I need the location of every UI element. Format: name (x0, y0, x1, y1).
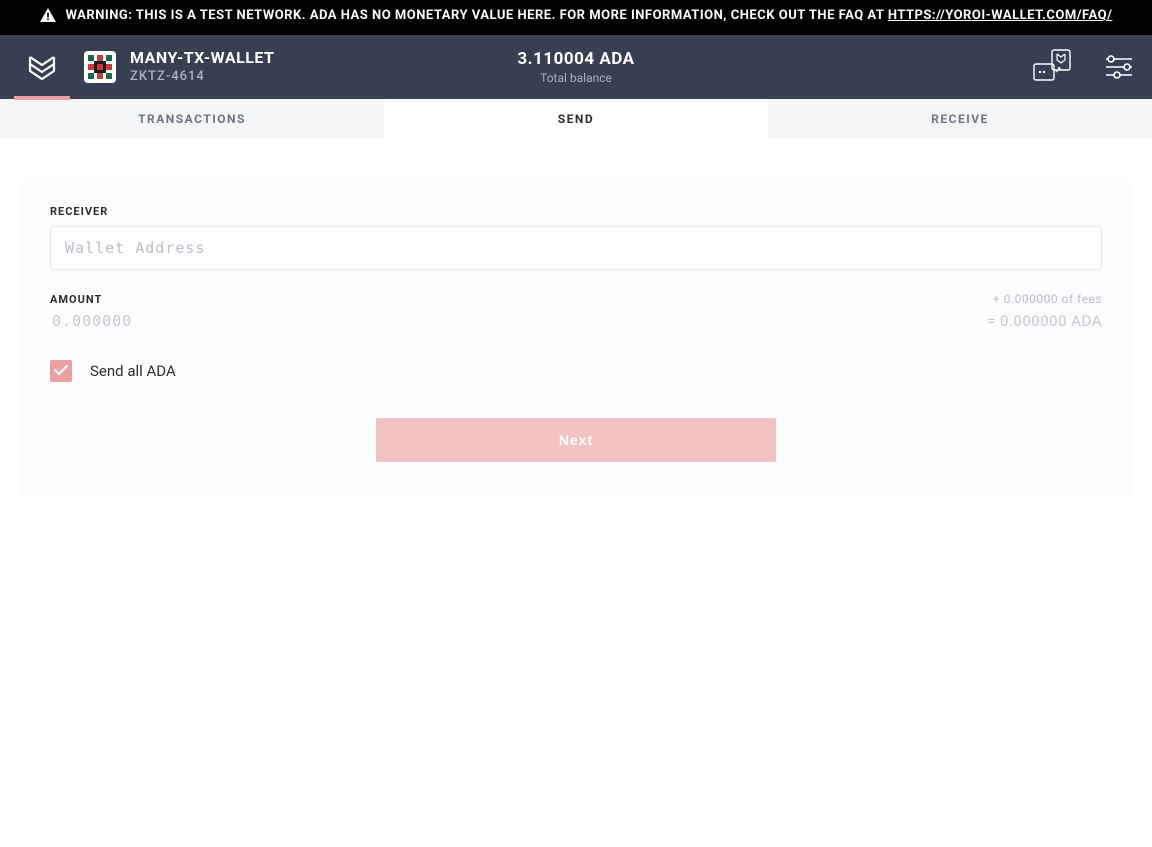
warning-faq-link[interactable]: HTTPS://YOROI-WALLET.COM/FAQ/ (888, 8, 1113, 23)
amount-input-disabled: 0.000000 (50, 312, 132, 330)
next-button[interactable]: Next (376, 418, 776, 462)
fees-text: + 0.000000 of fees (993, 292, 1102, 306)
paper-wallet-button[interactable] (1030, 48, 1074, 86)
tab-receive[interactable]: RECEIVE (768, 99, 1152, 139)
warning-prefix: WARNING: THIS IS A TEST NETWORK. ADA HAS… (66, 8, 888, 23)
tab-send[interactable]: SEND (384, 99, 768, 139)
tab-transactions[interactable]: TRANSACTIONS (0, 99, 384, 139)
warning-icon (40, 8, 56, 29)
balance-amount: 3.110004 ADA (517, 49, 634, 69)
send-all-checkbox[interactable] (50, 360, 72, 382)
balance-label: Total balance (517, 71, 634, 85)
settings-button[interactable] (1104, 54, 1134, 80)
wallet-tabs: TRANSACTIONS SEND RECEIVE (0, 99, 1152, 139)
testnet-warning-banner: WARNING: THIS IS A TEST NETWORK. ADA HAS… (0, 0, 1152, 35)
app-header: MANY-TX-WALLET ZKTZ-4614 3.110004 ADA To… (0, 35, 1152, 99)
receiver-input[interactable] (50, 226, 1102, 270)
wallet-name: MANY-TX-WALLET (130, 48, 274, 67)
send-all-label: Send all ADA (90, 362, 176, 380)
send-panel: RECEIVER AMOUNT + 0.000000 of fees 0.000… (0, 139, 1152, 516)
settings-sliders-icon (1104, 54, 1134, 80)
nav-back[interactable] (14, 51, 70, 83)
amount-label: AMOUNT (50, 293, 102, 306)
balance-block: 3.110004 ADA Total balance (517, 49, 634, 85)
wallet-sub-id: ZKTZ-4614 (130, 69, 274, 85)
wallet-avatar (84, 51, 116, 83)
warning-text: WARNING: THIS IS A TEST NETWORK. ADA HAS… (66, 6, 1113, 26)
send-form-card: RECEIVER AMOUNT + 0.000000 of fees 0.000… (20, 179, 1132, 496)
amount-total: = 0.000000 ADA (987, 312, 1102, 330)
yoroi-logo-icon (26, 51, 58, 83)
check-icon (54, 365, 68, 376)
receiver-label: RECEIVER (50, 205, 1102, 218)
paper-wallet-icon (1030, 48, 1074, 86)
nav-active-indicator (14, 96, 70, 100)
wallet-info: MANY-TX-WALLET ZKTZ-4614 (130, 48, 274, 85)
